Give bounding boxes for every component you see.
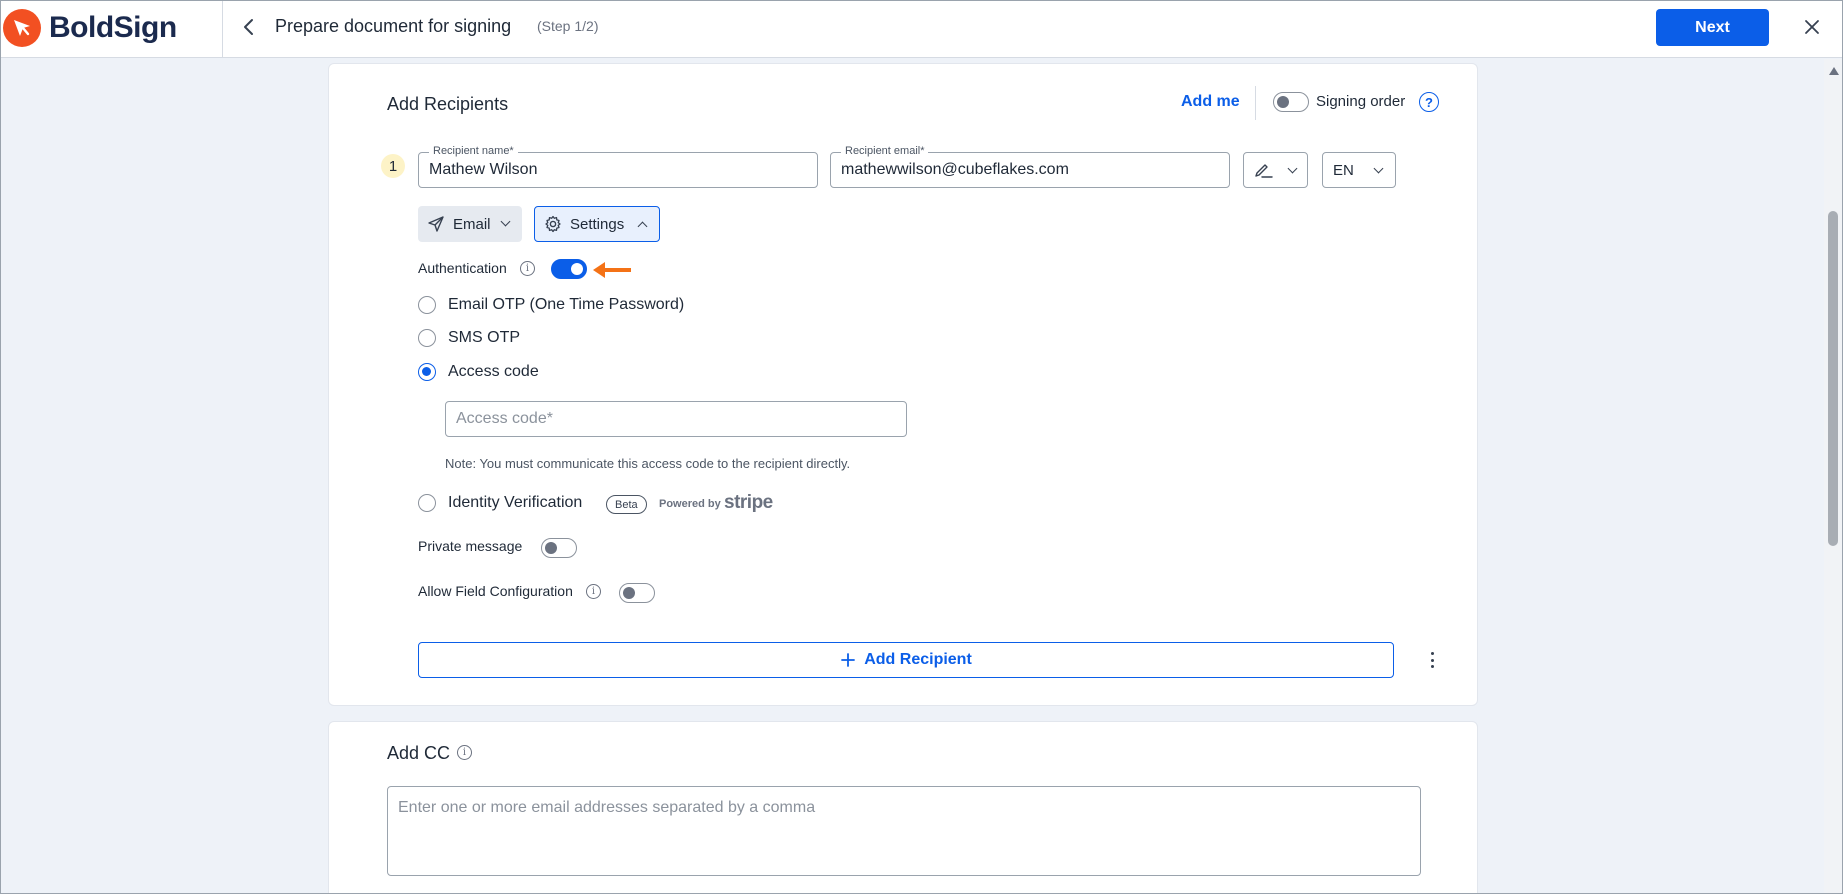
- back-button[interactable]: [239, 15, 259, 39]
- settings-label: Settings: [570, 215, 625, 233]
- signer-role-dropdown[interactable]: [1243, 152, 1308, 188]
- add-me-button[interactable]: Add me: [1181, 93, 1240, 111]
- recipient-email-value: mathewwilson@cubeflakes.com: [841, 161, 1069, 178]
- next-button[interactable]: Next: [1656, 9, 1769, 46]
- chevron-down-icon: [500, 216, 511, 227]
- settings-button[interactable]: Settings: [534, 206, 660, 242]
- help-icon[interactable]: ?: [1419, 92, 1439, 112]
- page-title: Prepare document for signing: [275, 16, 512, 36]
- plus-icon: [841, 653, 856, 667]
- authentication-label: Authentication: [418, 260, 507, 276]
- signature-pen-icon: [1255, 164, 1273, 178]
- auth-option-label: Email OTP (One Time Password): [448, 296, 685, 313]
- recipient-name-label: Recipient name*: [429, 145, 518, 157]
- cc-card: Add CC i: [328, 721, 1478, 893]
- recipient-email-label: Recipient email*: [841, 145, 929, 157]
- gear-icon: [545, 215, 561, 233]
- recipients-title: Add Recipients: [387, 94, 509, 114]
- send-icon: [428, 216, 444, 232]
- scrollbar-thumb[interactable]: [1828, 211, 1838, 546]
- page-step: (Step 1/2): [537, 18, 599, 34]
- authentication-toggle[interactable]: [551, 259, 587, 279]
- auth-option-label: SMS OTP: [448, 329, 521, 346]
- radio-email-otp[interactable]: [418, 296, 436, 314]
- orange-arrow-icon: [593, 262, 631, 278]
- header-separator: [1255, 86, 1256, 120]
- info-icon[interactable]: i: [586, 584, 601, 599]
- chevron-up-icon: [637, 221, 648, 232]
- boldsign-logo-icon: [3, 9, 41, 47]
- recipient-email-field[interactable]: Recipient email* mathewwilson@cubeflakes…: [830, 145, 1230, 188]
- language-dropdown[interactable]: EN: [1322, 152, 1396, 188]
- close-button[interactable]: [1800, 14, 1824, 40]
- brand-name: BoldSign: [49, 11, 177, 44]
- allow-field-config-label: Allow Field Configuration: [418, 583, 573, 599]
- auth-option-email-otp[interactable]: Email OTP (One Time Password): [418, 296, 684, 314]
- access-code-input[interactable]: [445, 401, 907, 437]
- top-header: BoldSign Prepare document for signing (S…: [1, 1, 1842, 58]
- header-divider: [222, 1, 223, 58]
- delivery-method-dropdown[interactable]: Email: [418, 206, 522, 242]
- recipients-card: Add Recipients Add me Signing order ? 1 …: [328, 63, 1478, 706]
- auth-option-label: Identity Verification: [448, 494, 583, 511]
- add-recipient-label: Add Recipient: [864, 651, 972, 668]
- private-message-toggle[interactable]: [541, 538, 577, 558]
- scroll-up-arrow-icon[interactable]: [1829, 67, 1839, 75]
- radio-sms-otp[interactable]: [418, 329, 436, 347]
- cc-title: Add CC: [387, 743, 451, 763]
- allow-field-config-toggle[interactable]: [619, 583, 655, 603]
- info-icon[interactable]: i: [520, 261, 535, 276]
- signing-order-label: Signing order: [1316, 93, 1406, 110]
- cc-email-input[interactable]: [387, 786, 1421, 876]
- beta-badge: Beta: [606, 495, 647, 514]
- stripe-logo: stripe: [724, 492, 773, 513]
- auth-option-access-code[interactable]: Access code: [418, 363, 539, 381]
- language-value: EN: [1333, 161, 1354, 179]
- delivery-method-label: Email: [453, 215, 491, 233]
- radio-identity-verification[interactable]: [418, 494, 436, 512]
- chevron-down-icon: [1287, 163, 1298, 174]
- auth-option-sms-otp[interactable]: SMS OTP: [418, 329, 520, 347]
- powered-by-label: Powered by: [659, 498, 721, 510]
- access-code-note: Note: You must communicate this access c…: [445, 456, 851, 471]
- more-options-icon[interactable]: [1425, 650, 1439, 670]
- recipient-index-badge: 1: [381, 154, 405, 178]
- auth-option-identity-verification[interactable]: Identity Verification: [418, 494, 582, 512]
- chevron-left-icon: [244, 19, 253, 35]
- close-icon: [1805, 20, 1819, 34]
- signing-order-toggle[interactable]: [1273, 92, 1309, 112]
- radio-access-code[interactable]: [418, 363, 436, 381]
- recipient-name-value: Mathew Wilson: [429, 161, 538, 178]
- private-message-label: Private message: [418, 538, 523, 554]
- auth-option-label: Access code: [448, 363, 539, 380]
- brand-logo: BoldSign: [3, 9, 177, 47]
- recipient-name-field[interactable]: Recipient name* Mathew Wilson: [418, 145, 818, 188]
- add-recipient-button[interactable]: Add Recipient: [418, 642, 1394, 678]
- app-window: BoldSign Prepare document for signing (S…: [0, 0, 1843, 894]
- chevron-down-icon: [1373, 163, 1384, 174]
- info-icon[interactable]: i: [457, 745, 472, 760]
